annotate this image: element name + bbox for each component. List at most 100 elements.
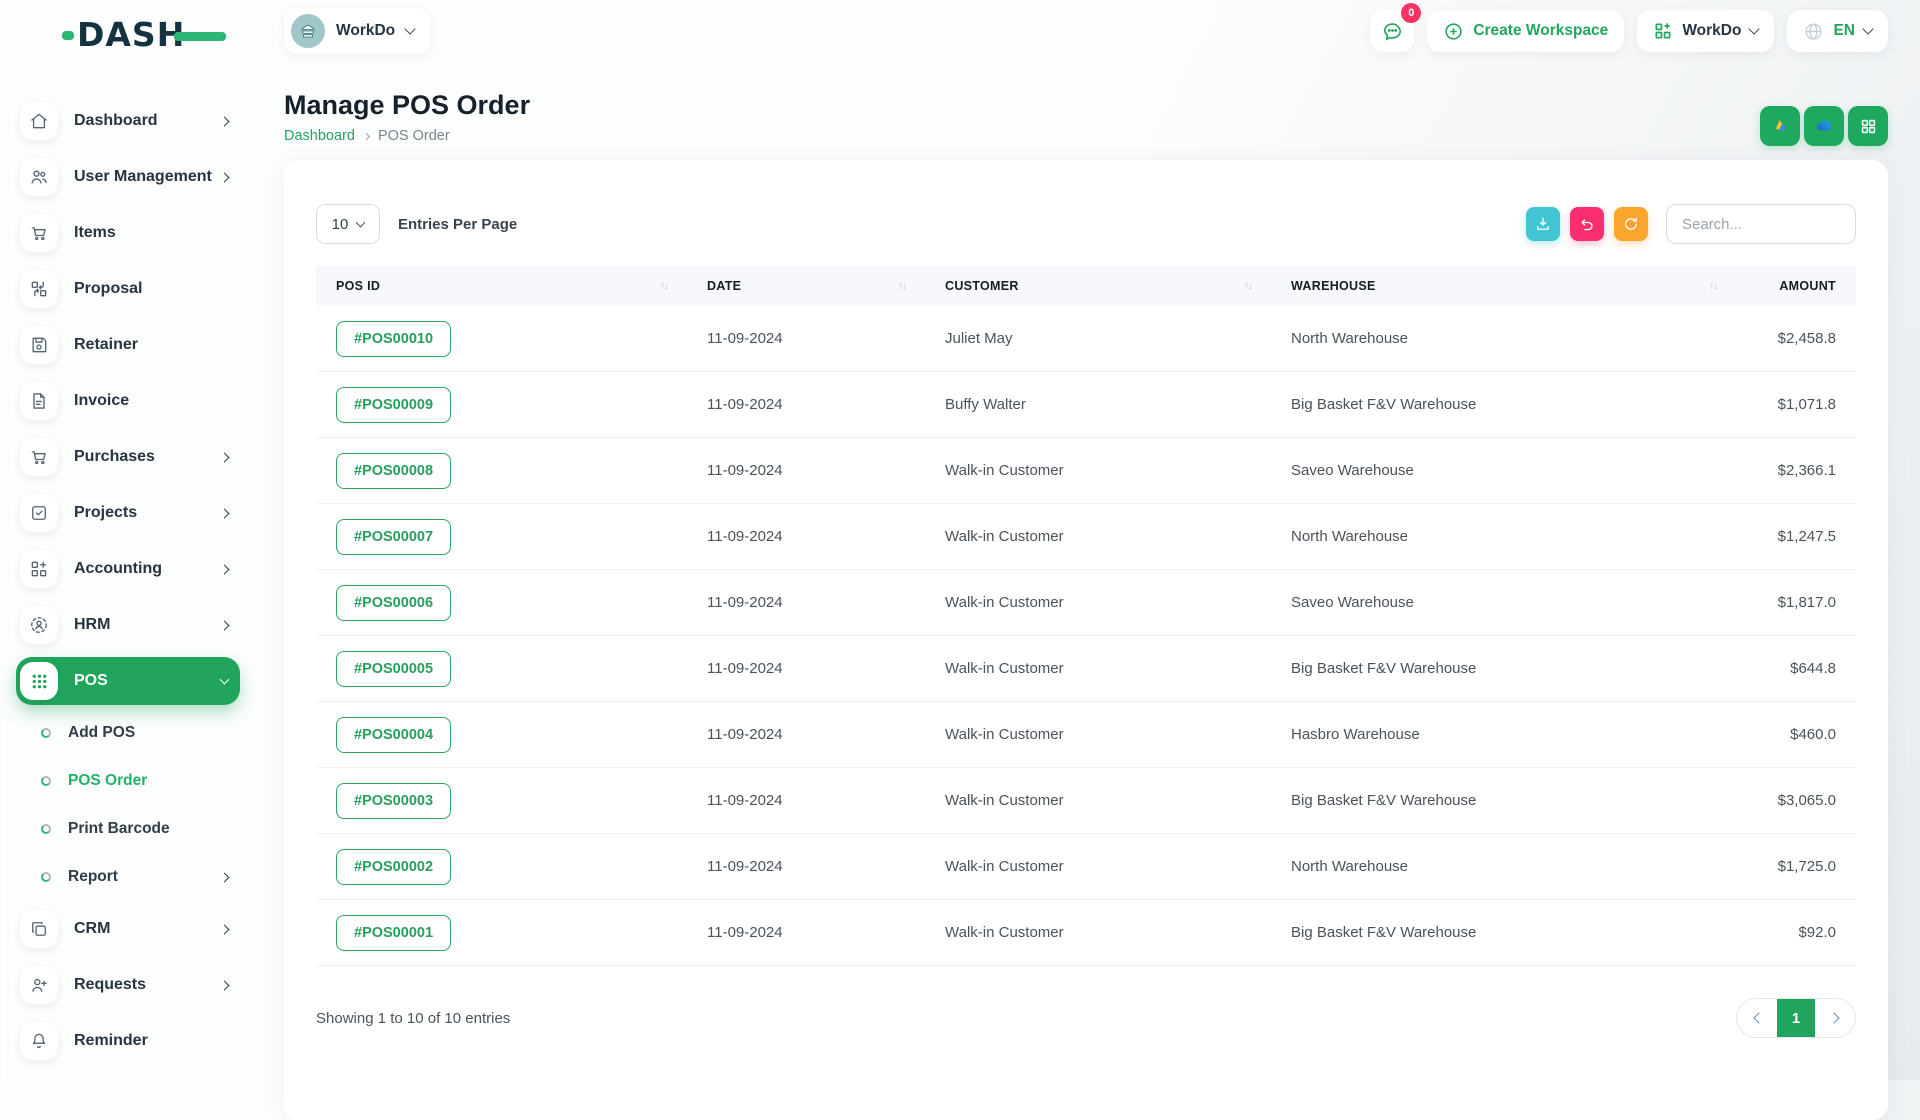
chevron-down-icon [356,217,366,227]
chevron-right-icon [220,872,230,882]
sidebar-item-purchases[interactable]: Purchases [16,433,240,481]
table-header: POS ID↑↓ DATE↑↓ CUSTOMER↑↓ WAREHOUSE↑↓ A… [316,266,1856,306]
header-customer: CUSTOMER↑↓ [925,279,1271,293]
cell-amount: $3,065.0 [1736,792,1856,809]
breadcrumb-current: POS Order [378,128,450,144]
sidebar-item-invoice[interactable]: Invoice [16,377,240,425]
page-title: Manage POS Order [284,88,1888,122]
cell-date: 11-09-2024 [687,660,925,677]
sidebar-item-retainer[interactable]: Retainer [16,321,240,369]
cell-date: 11-09-2024 [687,792,925,809]
messages-button[interactable]: 0 [1370,10,1414,52]
home-icon [20,102,58,140]
page-actions [1760,106,1888,146]
table-row: #POS00010 11-09-2024 Juliet May North Wa… [316,306,1856,372]
pos-id-badge[interactable]: #POS00006 [336,585,451,621]
sidebar-subitem-add-pos[interactable]: Add POS [16,713,240,753]
chevron-right-icon [220,508,230,518]
google-drive-icon [1769,115,1791,137]
undo-button[interactable] [1570,207,1604,241]
entries-per-page-select[interactable]: 10 [316,204,380,244]
cell-customer: Buffy Walter [925,396,1271,413]
sidebar-item-accounting[interactable]: Accounting [16,545,240,593]
sidebar-item-requests[interactable]: Requests [16,961,240,1009]
cell-amount: $1,071.8 [1736,396,1856,413]
workspace-switcher[interactable]: WorkDo [284,8,430,54]
sort-icon[interactable]: ↑↓ [1244,280,1251,292]
sidebar-item-dashboard[interactable]: Dashboard [16,97,240,145]
pos-order-card: 10 Entries Per Page POS ID↑↓ DATE↑↓ CU [284,160,1888,1120]
building-icon [299,22,317,40]
pos-id-badge[interactable]: #POS00004 [336,717,451,753]
chevron-right-icon [220,924,230,934]
cell-amount: $644.8 [1736,660,1856,677]
breadcrumb-dashboard-link[interactable]: Dashboard [284,128,355,144]
pos-id-badge[interactable]: #POS00002 [336,849,451,885]
search-input[interactable] [1666,204,1856,244]
pagination-next-button[interactable] [1815,998,1855,1038]
table-row: #POS00007 11-09-2024 Walk-in Customer No… [316,504,1856,570]
person-scan-icon [20,606,58,644]
pos-id-badge[interactable]: #POS00008 [336,453,451,489]
cell-date: 11-09-2024 [687,462,925,479]
sidebar-item-user-management[interactable]: User Management [16,153,240,201]
pagination-prev-button[interactable] [1737,998,1777,1038]
messages-badge: 0 [1401,3,1421,23]
sidebar-item-crm[interactable]: CRM [16,905,240,953]
onedrive-button[interactable] [1804,106,1844,146]
pos-id-badge[interactable]: #POS00007 [336,519,451,555]
pos-id-badge[interactable]: #POS00010 [336,321,451,357]
google-drive-button[interactable] [1760,106,1800,146]
cell-date: 11-09-2024 [687,330,925,347]
cell-customer: Walk-in Customer [925,792,1271,809]
header-warehouse: WAREHOUSE↑↓ [1271,279,1736,293]
chevron-right-icon [363,132,370,139]
cell-amount: $2,366.1 [1736,462,1856,479]
export-button[interactable] [1526,207,1560,241]
pos-id-badge[interactable]: #POS00009 [336,387,451,423]
topbar: DASH WorkDo 0 Create Workspace WorkDo EN [0,0,1920,62]
sort-icon[interactable]: ↑↓ [660,280,667,292]
cart-icon [20,438,58,476]
refresh-button[interactable] [1614,207,1648,241]
create-workspace-label: Create Workspace [1473,22,1608,40]
logo-dash-icon [62,31,74,40]
sort-icon[interactable]: ↑↓ [1709,280,1716,292]
sidebar-subitem-report[interactable]: Report [16,857,240,897]
users-icon [20,158,58,196]
pos-id-badge[interactable]: #POS00001 [336,915,451,951]
pagination-page-1[interactable]: 1 [1777,998,1815,1038]
company-menu-button[interactable]: WorkDo [1637,10,1774,52]
sidebar-item-reminder[interactable]: Reminder [16,1017,240,1065]
table-row: #POS00009 11-09-2024 Buffy Walter Big Ba… [316,372,1856,438]
sidebar-subitem-print-barcode[interactable]: Print Barcode [16,809,240,849]
cell-warehouse: North Warehouse [1271,528,1736,545]
sidebar-item-items[interactable]: Items [16,209,240,257]
sort-icon[interactable]: ↑↓ [898,280,905,292]
app-logo[interactable]: DASH [62,18,185,52]
pagination: 1 [1736,998,1856,1038]
sidebar-item-pos[interactable]: POS [16,657,240,705]
pos-id-badge[interactable]: #POS00003 [336,783,451,819]
sidebar-item-proposal[interactable]: Proposal [16,265,240,313]
pos-id-badge[interactable]: #POS00005 [336,651,451,687]
sidebar-item-hrm[interactable]: HRM [16,601,240,649]
sidebar-subitem-pos-order[interactable]: POS Order [16,761,240,801]
apps-grid-button[interactable] [1848,106,1888,146]
refresh-icon [1622,215,1640,233]
cell-customer: Walk-in Customer [925,462,1271,479]
logo-bar-icon [174,32,226,41]
cell-customer: Walk-in Customer [925,528,1271,545]
table-row: #POS00003 11-09-2024 Walk-in Customer Bi… [316,768,1856,834]
create-workspace-button[interactable]: Create Workspace [1427,10,1624,52]
cell-date: 11-09-2024 [687,528,925,545]
chevron-left-icon [1753,1012,1764,1023]
logo-text: DASH [77,18,185,52]
language-selector[interactable]: EN [1787,10,1888,52]
table-row: #POS00005 11-09-2024 Walk-in Customer Bi… [316,636,1856,702]
cell-amount: $2,458.8 [1736,330,1856,347]
cell-amount: $1,817.0 [1736,594,1856,611]
sidebar-item-projects[interactable]: Projects [16,489,240,537]
grid-icon [1859,117,1878,136]
user-plus-icon [20,966,58,1004]
